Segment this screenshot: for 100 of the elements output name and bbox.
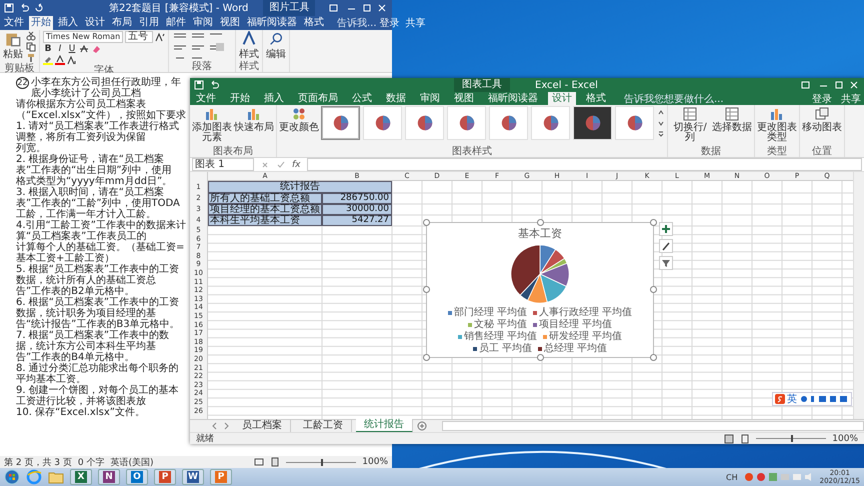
ribbon-tab[interactable]: 文件 — [2, 16, 26, 30]
font-name-field[interactable]: Times New Roman — [43, 31, 123, 43]
ribbon-tab[interactable]: 视图 — [450, 92, 478, 105]
ribbon-tab[interactable]: 福昕阅读器 — [484, 92, 542, 105]
save-icon[interactable] — [4, 3, 14, 13]
ribbon-tab[interactable]: 文件 — [192, 92, 220, 105]
checkmark-icon[interactable] — [276, 160, 286, 170]
start-button-icon[interactable] — [4, 469, 20, 485]
horizontal-scrollbar[interactable] — [442, 421, 864, 431]
font-color-icon[interactable] — [55, 55, 65, 65]
paste-button[interactable]: 粘贴 — [3, 31, 23, 61]
name-box[interactable]: 图表 1 — [192, 158, 254, 171]
resize-handle[interactable] — [537, 354, 544, 361]
ribbon-tab[interactable]: 邮件 — [164, 16, 188, 30]
filter-icon[interactable] — [659, 256, 673, 270]
paragraph: 告”工作表的B2单元格中。 — [16, 286, 134, 297]
app-taskbar-button[interactable]: X — [70, 469, 92, 485]
ribbon-tab[interactable]: 页面布局 — [294, 92, 342, 105]
window-controls-icon[interactable] — [328, 3, 388, 13]
undo-icon[interactable] — [209, 80, 219, 90]
app-taskbar-button[interactable]: P — [154, 469, 176, 485]
vertical-scrollbar[interactable] — [853, 172, 864, 419]
window-controls-icon[interactable] — [800, 80, 860, 90]
share-button[interactable]: 共享 — [841, 92, 861, 106]
resize-handle[interactable] — [423, 286, 430, 293]
gallery-scroll-icon[interactable] — [657, 108, 665, 138]
print-layout-icon[interactable] — [270, 457, 280, 467]
resize-handle[interactable] — [650, 219, 657, 226]
read-mode-icon[interactable] — [254, 457, 264, 467]
strikethrough-icon[interactable] — [79, 44, 89, 54]
ribbon-tab[interactable]: 格式 — [582, 92, 610, 105]
zoom-thumb[interactable] — [791, 435, 794, 442]
app-taskbar-button[interactable]: N — [98, 469, 120, 485]
sign-in-link[interactable]: 登录 — [812, 92, 832, 106]
chart-style-thumbnail[interactable] — [321, 106, 360, 140]
change-case-icon[interactable] — [67, 55, 77, 65]
format-button[interactable]: I — [55, 44, 65, 54]
formula-input[interactable] — [306, 158, 862, 171]
highlight-icon[interactable] — [43, 55, 53, 65]
ribbon-tab[interactable]: 引用 — [137, 16, 161, 30]
resize-handle[interactable] — [537, 219, 544, 226]
ribbon-button[interactable]: 切换行/列 — [670, 106, 710, 143]
ribbon-tab[interactable]: 公式 — [348, 92, 376, 105]
redo-icon[interactable] — [34, 3, 44, 13]
ribbon-tab[interactable]: 福昕阅读器 — [245, 16, 299, 30]
add-element-icon[interactable] — [659, 222, 673, 236]
ribbon-tab[interactable]: 视图 — [218, 16, 242, 30]
add-sheet-icon[interactable] — [417, 421, 427, 431]
font-size-field[interactable]: 五号 — [125, 31, 153, 43]
ribbon-tab[interactable]: 审阅 — [191, 16, 215, 30]
save-icon[interactable] — [194, 80, 204, 90]
ribbon-tab[interactable]: 审阅 — [416, 92, 444, 105]
resize-handle[interactable] — [423, 354, 430, 361]
share-button[interactable]: 共享 — [406, 16, 426, 30]
sheet-nav-icon[interactable] — [210, 421, 230, 431]
resize-handle[interactable] — [423, 219, 430, 226]
tell-me-search[interactable]: 告诉我... — [337, 16, 377, 30]
page-layout-icon[interactable] — [740, 434, 750, 444]
change-chart-type-button[interactable]: 更改图表类型 — [757, 106, 797, 143]
language-indicator[interactable]: CH — [726, 472, 738, 482]
ribbon-button[interactable]: 快速布局 — [234, 106, 274, 133]
ime-tools-icon[interactable] — [799, 394, 849, 404]
input-method-bar[interactable]: 英 — [772, 392, 852, 406]
scissors-icon[interactable] — [26, 31, 36, 41]
editing-button[interactable]: 编辑 — [266, 31, 286, 61]
ribbon-tab[interactable]: 数据 — [382, 92, 410, 105]
resize-handle[interactable] — [650, 286, 657, 293]
format-painter-icon[interactable] — [26, 53, 36, 63]
zoom-thumb[interactable] — [321, 458, 324, 466]
undo-icon[interactable] — [19, 3, 29, 13]
ribbon-tab[interactable]: 开始 — [29, 16, 53, 30]
ribbon-tab[interactable]: 设计 — [83, 16, 107, 30]
sheet-tab[interactable]: 统计报告 — [356, 419, 413, 433]
ribbon-button[interactable]: 添加图表元素 — [192, 106, 232, 143]
tray-icons-icon[interactable] — [744, 472, 814, 482]
pie-chart[interactable]: 基本工资 部门经理 平均值 人事行政经理 平均值 文秘 平均值 项目经理 平均值 销售经理 平均值 研发经理 平均值 员工 平均值 总经理 平均值 — [426, 222, 654, 358]
move-chart-button[interactable]: 移动图表 — [802, 106, 842, 133]
input-mode[interactable]: 英 — [787, 392, 797, 406]
ribbon-tab[interactable]: 插入 — [260, 92, 288, 105]
grow-font-icon[interactable] — [155, 32, 165, 42]
normal-view-icon[interactable] — [724, 434, 734, 444]
paragraph: 1. 请对“员工档案表”工作表进行格式调整，将所有工资列设为保留 — [16, 121, 180, 143]
app-taskbar-button[interactable]: W — [182, 469, 204, 485]
app-taskbar-button[interactable]: O — [126, 469, 148, 485]
ribbon-tab[interactable]: 插入 — [56, 16, 80, 30]
insert-function-button[interactable]: fx — [292, 160, 300, 170]
copy-icon[interactable] — [26, 42, 36, 52]
ribbon-tab[interactable]: 开始 — [226, 92, 254, 105]
ribbon-tab[interactable]: 设计 — [548, 92, 576, 105]
ribbon-tab[interactable]: 布局 — [110, 16, 134, 30]
format-button[interactable]: U — [67, 44, 77, 54]
ribbon-button[interactable]: 选择数据 — [712, 106, 752, 133]
change-colors-button[interactable]: 更改颜色 — [279, 106, 319, 133]
format-button[interactable]: B — [43, 44, 53, 54]
tell-me-search[interactable]: 告诉我您想要做什么... — [624, 92, 724, 106]
ribbon-tab[interactable]: 格式 — [302, 16, 326, 30]
styles-button[interactable]: 样式 — [239, 31, 259, 61]
brush-icon[interactable] — [659, 239, 673, 253]
sign-in-link[interactable]: 登录 — [380, 16, 400, 30]
resize-handle[interactable] — [650, 354, 657, 361]
